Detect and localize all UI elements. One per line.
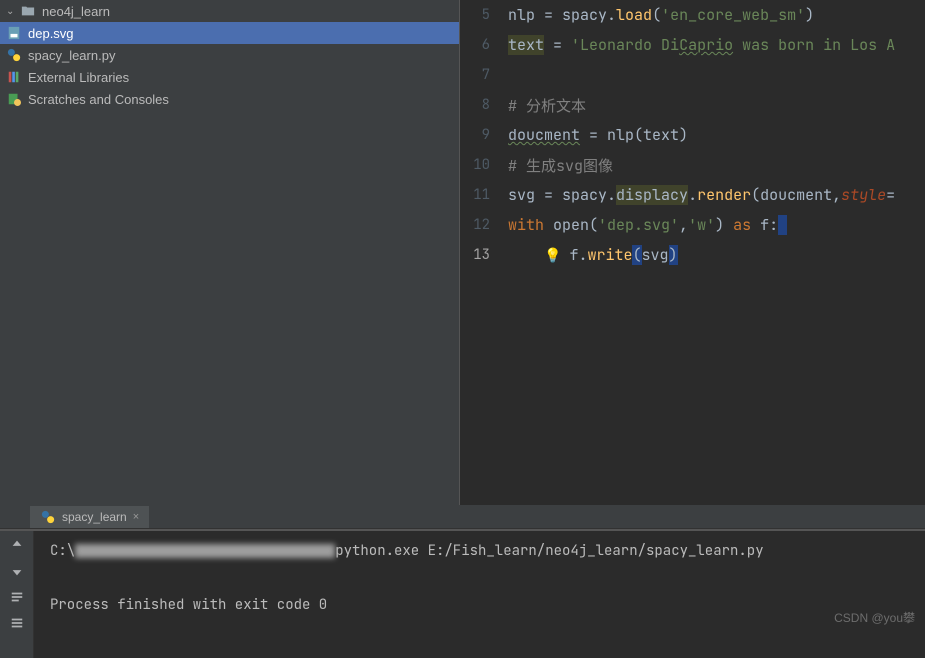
soft-wrap-icon[interactable]	[7, 587, 27, 607]
line-number: 8	[460, 96, 508, 114]
code-line: 8# 分析文本	[460, 90, 925, 120]
watermark: CSDN @you攀	[834, 609, 915, 626]
libs-label: External Libraries	[28, 70, 129, 85]
file-spacy-learn[interactable]: spacy_learn.py	[0, 44, 459, 66]
line-number: 9	[460, 126, 508, 144]
code-line: 13 💡f.write(svg)	[460, 240, 925, 270]
close-icon[interactable]: ×	[133, 511, 139, 523]
code-content[interactable]: with open('dep.svg','w') as f:	[508, 215, 787, 235]
code-line: 9doucment = nlp(text)	[460, 120, 925, 150]
line-number: 6	[460, 36, 508, 54]
console-line: C:\python.exe E:/Fish_learn/neo4j_learn/…	[50, 539, 909, 563]
intention-bulb-icon[interactable]: 💡	[544, 247, 561, 265]
code-content[interactable]: svg = spacy.displacy.render(doucment,sty…	[508, 185, 895, 205]
code-line: 11svg = spacy.displacy.render(doucment,s…	[460, 180, 925, 210]
file-label: dep.svg	[28, 26, 74, 41]
python-run-icon	[40, 509, 56, 525]
code-line: 7	[460, 60, 925, 90]
scratches-consoles[interactable]: Scratches and Consoles	[0, 88, 459, 110]
line-number: 5	[460, 6, 508, 24]
code-content[interactable]: # 生成svg图像	[508, 155, 613, 176]
console-line: Process finished with exit code 0	[50, 593, 909, 617]
folder-icon	[20, 3, 36, 19]
scroll-end-icon[interactable]	[7, 613, 27, 633]
file-label: spacy_learn.py	[28, 48, 115, 63]
line-number: 12	[460, 216, 508, 234]
code-content[interactable]: doucment = nlp(text)	[508, 125, 688, 145]
run-tool-tabs: spacy_learn ×	[0, 505, 925, 529]
code-editor[interactable]: 5nlp = spacy.load('en_core_web_sm')6text…	[460, 0, 925, 505]
code-line: 5nlp = spacy.load('en_core_web_sm')	[460, 0, 925, 30]
run-panel: C:\python.exe E:/Fish_learn/neo4j_learn/…	[0, 529, 925, 658]
code-content[interactable]: 💡f.write(svg)	[508, 245, 678, 265]
code-line: 12with open('dep.svg','w') as f:	[460, 210, 925, 240]
scratch-icon	[6, 91, 22, 107]
project-sidebar: ⌄ neo4j_learn dep.svg spacy_learn.py	[0, 0, 460, 505]
code-content[interactable]: text = 'Leonardo DiCaprio was born in Lo…	[508, 35, 895, 55]
run-toolbar	[0, 531, 34, 658]
line-number: 13	[460, 246, 508, 264]
external-libraries[interactable]: External Libraries	[0, 66, 459, 88]
chevron-down-icon: ⌄	[6, 6, 18, 17]
code-content[interactable]: nlp = spacy.load('en_core_web_sm')	[508, 5, 814, 25]
code-content[interactable]: # 分析文本	[508, 95, 586, 116]
line-number: 7	[460, 66, 508, 84]
up-arrow-icon[interactable]	[7, 535, 27, 555]
project-root[interactable]: ⌄ neo4j_learn	[0, 0, 459, 22]
run-tab-label: spacy_learn	[62, 510, 127, 524]
libraries-icon	[6, 69, 22, 85]
main-area: ⌄ neo4j_learn dep.svg spacy_learn.py	[0, 0, 925, 505]
svg-file-icon	[6, 25, 22, 41]
project-name: neo4j_learn	[42, 4, 110, 19]
code-line: 6text = 'Leonardo DiCaprio was born in L…	[460, 30, 925, 60]
scratch-label: Scratches and Consoles	[28, 92, 169, 107]
python-file-icon	[6, 47, 22, 63]
file-dep-svg[interactable]: dep.svg	[0, 22, 459, 44]
console-output[interactable]: C:\python.exe E:/Fish_learn/neo4j_learn/…	[34, 531, 925, 658]
run-tab[interactable]: spacy_learn ×	[30, 506, 149, 528]
line-number: 11	[460, 186, 508, 204]
code-line: 10# 生成svg图像	[460, 150, 925, 180]
line-number: 10	[460, 156, 508, 174]
down-arrow-icon[interactable]	[7, 561, 27, 581]
